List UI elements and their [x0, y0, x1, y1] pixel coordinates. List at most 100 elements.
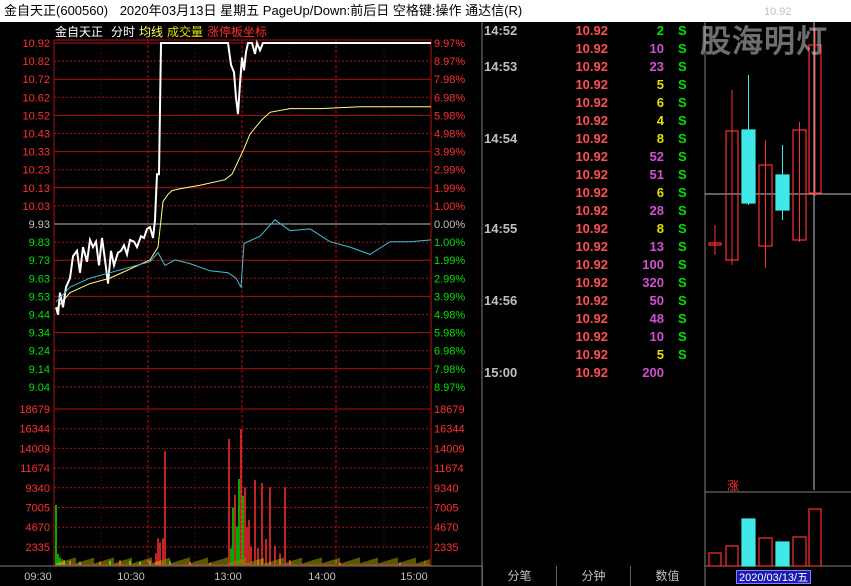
tick-row[interactable]: 14:53 10.92 23 S — [482, 58, 704, 76]
pct-tick-label: 5.98% — [434, 110, 465, 122]
price-tick-label: 9.53 — [29, 291, 50, 303]
volume-tick-label: 11674 — [20, 463, 50, 475]
tick-list[interactable]: 14:52 10.92 2 S 10.92 10 S 14:53 10.92 23 S 10.92 5 S… — [482, 22, 704, 568]
tick-row[interactable]: 14:52 10.92 2 S — [482, 22, 704, 40]
legend-junxian[interactable]: 均线 — [139, 25, 163, 39]
app-name: 通达信(R) — [465, 3, 523, 18]
tick-direction: S — [678, 113, 687, 128]
legend-fenshi[interactable]: 分时 — [111, 25, 135, 39]
kline-top-price: 10.92 — [764, 6, 792, 18]
pct-tick-label: 7.98% — [434, 74, 465, 86]
kline-volume-bar — [792, 536, 807, 567]
tick-volume: 48 — [649, 311, 664, 326]
bottom-tabs: 分笔 分钟 数值 — [482, 566, 704, 586]
tick-price: 10.92 — [575, 23, 608, 38]
watermark: 股海明灯 — [700, 24, 828, 60]
time-tick-label: 09:30 — [24, 571, 52, 583]
tick-price: 10.92 — [575, 203, 608, 218]
legend-limit-axis[interactable]: 涨停板坐标 — [207, 24, 267, 39]
tick-direction: S — [678, 239, 687, 254]
legend-stock-name: 金自天正 — [55, 24, 103, 39]
tick-volume: 6 — [656, 185, 664, 200]
kline-volume-bar — [725, 545, 739, 567]
time-tick-label: 14:00 — [308, 571, 336, 583]
pct-tick-label: 6.98% — [434, 92, 465, 104]
tick-row[interactable]: 14:56 10.92 50 S — [482, 292, 704, 310]
tick-volume: 28 — [649, 203, 664, 218]
kline-volume-bar — [775, 541, 790, 567]
tick-direction: S — [678, 95, 687, 110]
chart-canvas[interactable]: 10.92 9.97% 10.82 8.97% 10.72 7.98% 10.62 6.98%… — [0, 22, 851, 586]
volume-tick-label: 14009 — [19, 443, 50, 455]
tick-volume: 23 — [649, 59, 664, 74]
tick-volume: 5 — [656, 77, 664, 92]
price-tick-label: 10.13 — [22, 183, 50, 195]
tick-price: 10.92 — [575, 59, 608, 74]
tick-time: 14:53 — [484, 59, 518, 74]
tick-direction: S — [678, 329, 687, 344]
tick-row[interactable]: 10.92 5 S — [482, 76, 704, 94]
price-tick-label: 9.73 — [29, 255, 50, 267]
tick-row[interactable]: 10.92 5 S — [482, 346, 704, 364]
pct-tick-label: 2.99% — [434, 165, 465, 177]
tick-row[interactable]: 10.92 10 S — [482, 328, 704, 346]
pct-tick-label: 8.97% — [434, 382, 465, 394]
weekday: 星期五 — [220, 3, 260, 18]
tick-direction: S — [678, 149, 687, 164]
tick-row[interactable]: 10.92 6 S — [482, 94, 704, 112]
tick-price: 10.92 — [575, 221, 608, 236]
tab-fenzhong[interactable]: 分钟 — [556, 566, 630, 586]
legend-volume[interactable]: 成交量 — [167, 24, 203, 39]
tick-volume: 50 — [649, 293, 664, 308]
tick-volume: 4 — [656, 113, 664, 128]
tick-row[interactable]: 10.92 320 S — [482, 274, 704, 292]
tick-row[interactable]: 15:00 10.92 200 — [482, 364, 704, 382]
price-tick-label: 10.62 — [22, 92, 50, 104]
volume-tick-label-right: 11674 — [434, 463, 464, 475]
hint-page: PageUp/Down:前后日 — [262, 3, 390, 18]
tick-row[interactable]: 10.92 13 S — [482, 238, 704, 256]
price-tick-label: 9.04 — [29, 382, 50, 394]
tick-row[interactable]: 10.92 10 S — [482, 40, 704, 58]
tick-time: 15:00 — [484, 365, 518, 380]
tick-price: 10.92 — [575, 41, 608, 56]
pct-tick-label: 6.98% — [434, 346, 465, 358]
tick-price: 10.92 — [575, 293, 608, 308]
tab-shuzhi[interactable]: 数值 — [630, 566, 704, 586]
volume-tick-label: 16344 — [19, 424, 50, 436]
tick-row[interactable]: 10.92 4 S — [482, 112, 704, 130]
tick-volume: 10 — [649, 41, 664, 56]
pct-tick-label: 1.99% — [434, 255, 465, 267]
tab-fenbi[interactable]: 分笔 — [482, 566, 556, 586]
tick-row[interactable]: 14:55 10.92 8 S — [482, 220, 704, 238]
price-tick-label: 10.52 — [22, 110, 50, 122]
tick-time: 14:56 — [484, 293, 518, 308]
price-tick-label: 10.82 — [22, 56, 50, 68]
volume-tick-label-right: 18679 — [434, 404, 465, 416]
tick-row[interactable]: 10.92 6 S — [482, 184, 704, 202]
pct-tick-label: 1.00% — [434, 237, 465, 249]
kline-volume-bar — [808, 508, 822, 567]
tick-price: 10.92 — [575, 329, 608, 344]
tick-time: 14:52 — [484, 23, 518, 38]
time-tick-label: 13:00 — [214, 571, 242, 583]
tick-direction: S — [678, 77, 687, 92]
volume-tick-label: 18679 — [19, 404, 50, 416]
tick-volume: 10 — [649, 329, 664, 344]
tick-row[interactable]: 10.92 52 S — [482, 148, 704, 166]
tick-direction: S — [678, 23, 687, 38]
tick-price: 10.92 — [575, 131, 608, 146]
tick-price: 10.92 — [575, 275, 608, 290]
volume-tick-label-right: 2335 — [434, 542, 458, 554]
kline-volume-bar — [741, 518, 756, 567]
pct-tick-label: 9.97% — [434, 38, 465, 50]
trade-date: 2020年03月13日 — [119, 3, 217, 18]
tick-row[interactable]: 10.92 28 S — [482, 202, 704, 220]
tick-direction: S — [678, 59, 687, 74]
tick-row[interactable]: 10.92 51 S — [482, 166, 704, 184]
tick-row[interactable]: 14:54 10.92 8 S — [482, 130, 704, 148]
tick-row[interactable]: 10.92 48 S — [482, 310, 704, 328]
tick-volume: 320 — [642, 275, 664, 290]
tick-row[interactable]: 10.92 100 S — [482, 256, 704, 274]
tick-direction: S — [678, 41, 687, 56]
